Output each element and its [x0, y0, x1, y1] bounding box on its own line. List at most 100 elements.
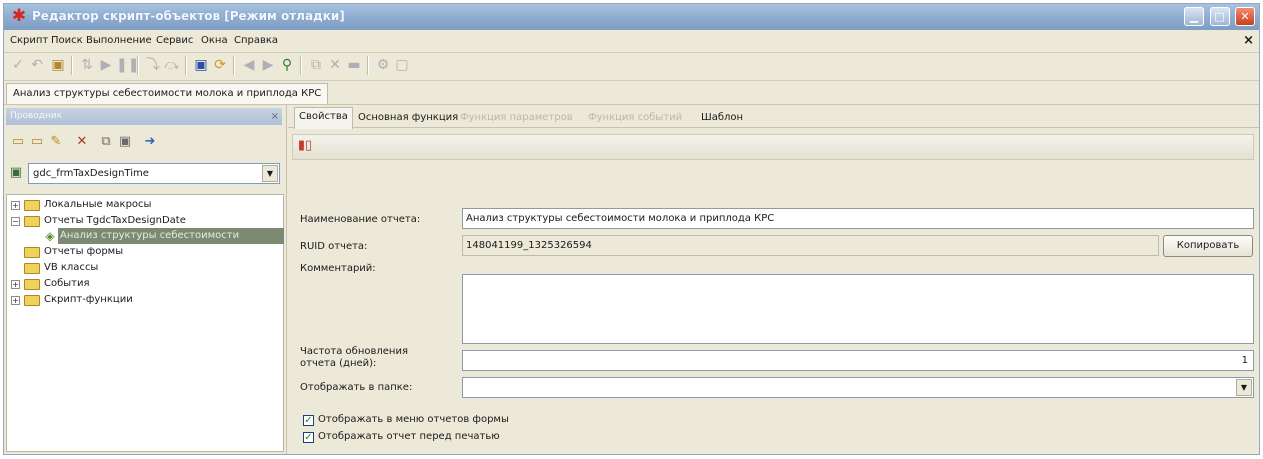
copy-icon[interactable]: ⧉	[98, 134, 114, 150]
save-icon[interactable]: ▣	[193, 57, 209, 73]
menu-bar: Скрипт Поиск Выполнение Сервис Окна Спра…	[4, 30, 1259, 53]
tree-item-label: Отчеты TgdcTaxDesignDate	[44, 215, 186, 226]
gedemin-logo-icon: ✱	[11, 6, 27, 26]
compile-icon[interactable]: ▣	[50, 57, 66, 73]
document-tab-bar: Анализ структуры себестоимости молока и …	[4, 81, 1259, 105]
undo-icon[interactable]: ↶	[29, 57, 45, 73]
script-editor-window: ✱ Редактор скрипт-объектов [Режим отладк…	[3, 3, 1260, 455]
delete-icon[interactable]: ✕	[327, 57, 343, 73]
settings-icon[interactable]: ⚙	[375, 57, 391, 73]
object-combo[interactable]: gdc_frmTaxDesignTime ▼	[28, 163, 280, 184]
report-icon[interactable]: ▮▯	[297, 138, 313, 154]
folder-icon	[24, 216, 40, 227]
expand-icon[interactable]: +	[11, 280, 20, 289]
tab-properties[interactable]: Свойства	[294, 107, 353, 129]
toolbar-separator	[233, 56, 235, 75]
tree-item-label: События	[44, 278, 90, 289]
reload-icon[interactable]: ⟳	[212, 57, 228, 73]
object-selector: ▣ gdc_frmTaxDesignTime ▼	[6, 163, 282, 185]
clear-icon[interactable]: ▬	[346, 57, 362, 73]
properties-toolbar: ▮▯	[292, 134, 1254, 160]
show-before-print-checkbox[interactable]: ✓ Отображать отчет перед печатью	[303, 431, 500, 443]
report-name-field[interactable]: Анализ структуры себестоимости молока и …	[462, 208, 1254, 229]
new-folder-icon[interactable]: ▭	[10, 134, 26, 150]
minimize-icon[interactable]: ▁	[1184, 7, 1204, 26]
tree-item-label: Скрипт-функции	[44, 294, 133, 305]
menu-search[interactable]: Поиск	[51, 35, 83, 46]
show-in-menu-checkbox[interactable]: ✓ Отображать в меню отчетов формы	[303, 414, 509, 426]
pause-icon[interactable]: ❚❚	[116, 57, 139, 73]
window-title: Редактор скрипт-объектов [Режим отладки]	[32, 9, 345, 23]
object-combo-value: gdc_frmTaxDesignTime	[33, 168, 149, 179]
menu-service[interactable]: Сервис	[156, 35, 193, 46]
tree-item-label: Анализ структуры себестоимости	[58, 228, 284, 244]
explorer-pane: Проводник × ▭ ▭ ✎ ✕ ⧉ ▣ ➜ ▣ gdc_frmTaxDe…	[4, 105, 287, 454]
explorer-tree: + Локальные макросы − Отчеты TgdcTaxDesi…	[6, 194, 284, 452]
toolbar-separator	[71, 56, 73, 75]
main-toolbar: ✓ ↶ ▣ ⇅ ▶ ❚❚ ⤵ ⤼ ▣ ⟳ ◀ ▶ ⚲ ⧉ ✕ ▬ ⚙ ▢	[4, 52, 1259, 81]
toolbar-separator	[137, 56, 139, 75]
document-tab[interactable]: Анализ структуры себестоимости молока и …	[6, 83, 329, 104]
folder-icon	[24, 295, 40, 306]
paste-icon[interactable]: ▣	[117, 134, 133, 150]
delete-icon[interactable]: ✕	[74, 134, 90, 150]
ruid-field: 148041199_1325326594	[462, 235, 1159, 256]
tab-events-function: Функция событий	[588, 112, 683, 123]
open-folder-icon[interactable]: ▭	[29, 134, 45, 150]
maximize-icon[interactable]: □	[1209, 7, 1230, 26]
tab-main-function[interactable]: Основная функция	[354, 109, 462, 127]
expand-icon[interactable]: +	[11, 201, 20, 210]
menu-script[interactable]: Скрипт	[10, 35, 48, 46]
copy-button[interactable]: Копировать	[1163, 235, 1253, 257]
report-name-value: Анализ структуры себестоимости молока и …	[466, 213, 775, 224]
find-icon[interactable]: ⚲	[279, 57, 295, 73]
expand-icon[interactable]: +	[11, 296, 20, 305]
next-icon[interactable]: ▶	[260, 57, 276, 73]
collapse-icon[interactable]: −	[11, 217, 20, 226]
menu-windows[interactable]: Окна	[201, 35, 228, 46]
copy-icon[interactable]: ⧉	[308, 57, 324, 73]
report-name-label: Наименование отчета:	[300, 214, 421, 225]
explorer-close-icon[interactable]: ×	[271, 108, 279, 125]
chevron-down-icon[interactable]: ▼	[1236, 379, 1252, 396]
folder-icon	[24, 263, 40, 274]
step-over-icon[interactable]: ⤼	[164, 57, 180, 73]
check-icon[interactable]: ✓	[10, 57, 26, 73]
menu-help[interactable]: Справка	[234, 35, 278, 46]
refresh-label-line2: отчета (дней):	[300, 358, 377, 369]
prev-icon[interactable]: ◀	[241, 57, 257, 73]
checkbox-check-icon[interactable]: ✓	[303, 415, 314, 426]
folder-icon	[24, 247, 40, 258]
refresh-days-field[interactable]: 1	[462, 350, 1254, 371]
toolbar-separator	[367, 56, 369, 75]
report-icon: ◈	[45, 229, 55, 243]
show-in-menu-label: Отображать в меню отчетов формы	[318, 414, 509, 425]
explorer-header: Проводник ×	[6, 108, 282, 125]
edit-icon[interactable]: ✎	[48, 134, 64, 150]
tree-item-label: Отчеты формы	[44, 246, 124, 257]
page-icon[interactable]: ▢	[394, 57, 410, 73]
comment-field[interactable]	[462, 274, 1254, 344]
step-icon[interactable]: ⇅	[79, 57, 95, 73]
mdi-close-icon[interactable]: ×	[1243, 33, 1254, 48]
title-bar[interactable]: ✱ Редактор скрипт-объектов [Режим отладк…	[4, 4, 1259, 30]
folder-select[interactable]: ▼	[462, 377, 1254, 398]
folder-icon	[24, 279, 40, 290]
editor-tabs: Свойства Основная функция Функция параме…	[288, 107, 1259, 129]
object-icon: ▣	[9, 165, 23, 180]
explorer-title: Проводник	[10, 111, 63, 121]
checkbox-check-icon[interactable]: ✓	[303, 432, 314, 443]
tab-parameters-function: Функция параметров	[460, 112, 573, 123]
chevron-down-icon[interactable]: ▼	[262, 165, 278, 182]
refresh-days-value: 1	[1241, 355, 1248, 366]
step-into-icon[interactable]: ⤵	[145, 57, 161, 73]
menu-run[interactable]: Выполнение	[86, 35, 152, 46]
toolbar-separator	[185, 56, 187, 75]
tab-template[interactable]: Шаблон	[697, 109, 747, 127]
show-before-print-label: Отображать отчет перед печатью	[318, 431, 500, 442]
close-icon[interactable]: ✕	[1235, 7, 1255, 26]
folder-icon	[24, 200, 40, 211]
run-icon[interactable]: ▶	[98, 57, 114, 73]
link-icon[interactable]: ➜	[142, 134, 158, 150]
tree-item-label: Локальные макросы	[44, 199, 152, 210]
